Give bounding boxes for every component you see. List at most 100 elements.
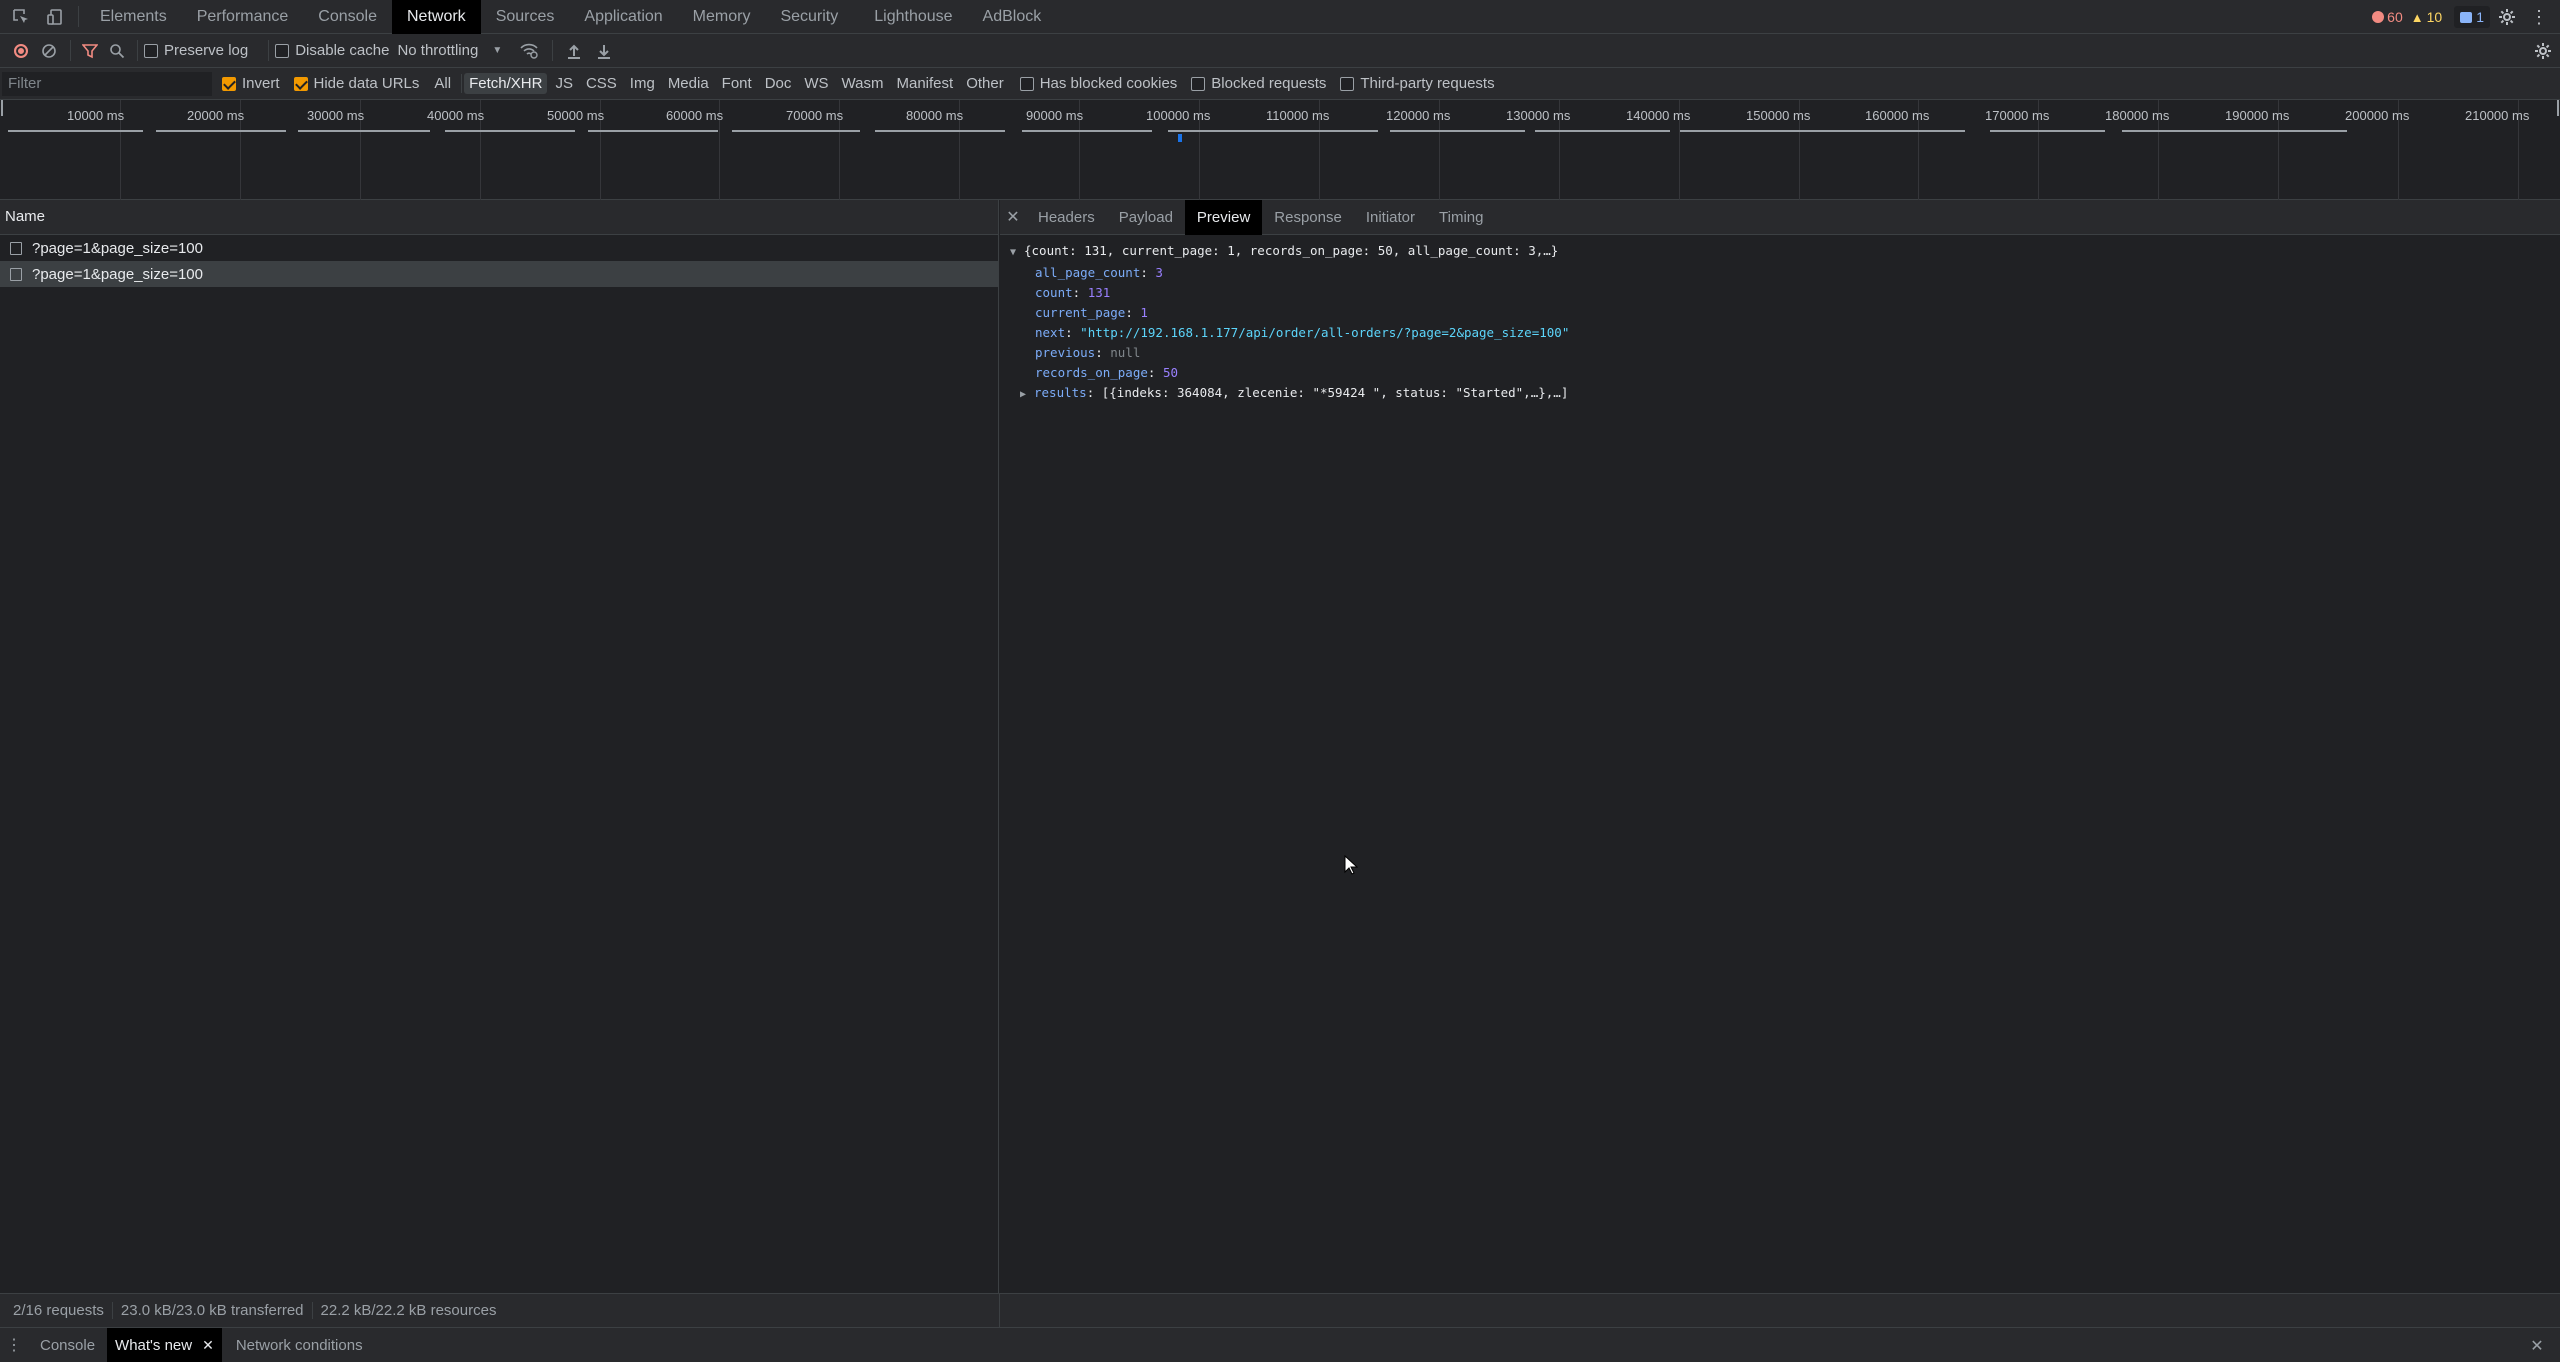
type-filter-manifest[interactable]: Manifest <box>892 73 959 94</box>
timeline-tick-label: 210000 ms <box>2465 108 2530 123</box>
collapsed-triangle-icon[interactable]: ▶ <box>1020 385 1034 405</box>
tab-security[interactable]: Security <box>765 0 853 34</box>
drawer-tab-network-conditions[interactable]: Network conditions <box>222 1328 377 1362</box>
settings-gear-icon[interactable] <box>2490 0 2524 34</box>
json-field[interactable]: next: "http://192.168.1.177/api/order/al… <box>1010 323 2560 343</box>
inspect-element-icon[interactable] <box>4 0 38 34</box>
device-toolbar-icon[interactable] <box>38 0 72 34</box>
import-har-icon[interactable] <box>559 34 589 68</box>
type-filter-all[interactable]: All <box>429 73 456 94</box>
third-party-requests-box[interactable] <box>1340 76 1355 91</box>
divider <box>552 40 554 61</box>
timeline-scroll-handle[interactable] <box>1 100 3 116</box>
disable-cache-box[interactable] <box>275 43 290 58</box>
tab-performance[interactable]: Performance <box>182 0 304 34</box>
json-field[interactable]: current_page: 1 <box>1010 303 2560 323</box>
timeline-tick-label: 130000 ms <box>1506 108 1571 123</box>
drawer-tab-bar: ⋮ Console What's new ✕ Network condition… <box>0 1327 2560 1362</box>
invert-box[interactable] <box>222 76 236 91</box>
filter-input[interactable] <box>2 71 212 96</box>
hide-data-urls-box[interactable] <box>293 76 308 91</box>
tab-network[interactable]: Network <box>392 0 481 34</box>
timeline-scroll-handle-right[interactable] <box>2557 100 2559 116</box>
type-filter-css[interactable]: CSS <box>581 73 622 94</box>
tab-preview[interactable]: Preview <box>1184 199 1263 235</box>
json-root[interactable]: ▼ {count: 131, current_page: 1, records_o… <box>1010 241 2560 263</box>
messages-badge[interactable]: 1 <box>2454 6 2490 28</box>
has-blocked-cookies-checkbox[interactable]: Has blocked cookies <box>1019 75 1177 92</box>
timeline-tick-label: 30000 ms <box>307 108 365 123</box>
blocked-requests-box[interactable] <box>1191 76 1206 91</box>
type-filter-doc[interactable]: Doc <box>760 73 797 94</box>
tab-console[interactable]: Console <box>303 0 392 34</box>
tab-sources[interactable]: Sources <box>481 0 570 34</box>
tab-headers[interactable]: Headers <box>1026 200 1107 235</box>
type-filter-font[interactable]: Font <box>717 73 757 94</box>
clear-icon[interactable] <box>34 34 64 68</box>
type-filter-ws[interactable]: WS <box>799 73 833 94</box>
hide-data-urls-checkbox[interactable]: Hide data URLs <box>293 75 419 92</box>
json-field[interactable]: records_on_page: 50 <box>1010 363 2560 383</box>
close-drawer-icon[interactable]: ✕ <box>2520 1328 2554 1362</box>
drawer-menu-icon[interactable]: ⋮ <box>0 1328 28 1362</box>
record-icon[interactable] <box>8 34 34 68</box>
json-field[interactable]: count: 131 <box>1010 283 2560 303</box>
blocked-requests-checkbox[interactable]: Blocked requests <box>1191 75 1326 92</box>
json-colon: : <box>1065 325 1081 340</box>
network-overview-timeline[interactable]: 10000 ms 20000 ms 30000 ms 40000 ms 50000 ms… <box>0 100 2560 200</box>
type-filter-media[interactable]: Media <box>663 73 714 94</box>
json-value: "http://192.168.1.177/api/order/all-orde… <box>1080 325 1570 340</box>
issue-badges[interactable]: 60 ▲ 10 1 <box>2366 6 2490 28</box>
warning-icon: ▲ <box>2410 9 2424 25</box>
tab-response[interactable]: Response <box>1262 200 1354 235</box>
network-settings-gear-icon[interactable] <box>2526 34 2560 68</box>
request-row[interactable]: ?page=1&page_size=100 <box>0 235 998 261</box>
divider <box>111 1302 113 1319</box>
type-filter-other[interactable]: Other <box>961 73 1009 94</box>
tab-application[interactable]: Application <box>569 0 677 34</box>
network-conditions-icon[interactable] <box>512 34 546 68</box>
preserve-log-checkbox[interactable]: Preserve log <box>144 42 248 59</box>
more-menu-icon[interactable]: ⋮ <box>2522 0 2556 34</box>
search-icon[interactable] <box>103 34 131 68</box>
disable-cache-checkbox[interactable]: Disable cache <box>275 42 389 59</box>
drawer-tab-whats-new[interactable]: What's new ✕ <box>107 1327 222 1362</box>
preserve-log-box[interactable] <box>144 43 158 58</box>
has-blocked-cookies-box[interactable] <box>1019 76 1034 91</box>
name-column-header[interactable]: Name <box>0 200 998 235</box>
tab-memory[interactable]: Memory <box>678 0 766 34</box>
json-field[interactable]: previous: null <box>1010 343 2560 363</box>
tab-elements[interactable]: Elements <box>85 0 182 34</box>
throttling-select[interactable]: No throttling ▼ <box>397 42 502 59</box>
tab-adblock[interactable]: AdBlock <box>968 0 1057 34</box>
tab-lighthouse[interactable]: Lighthouse <box>859 0 967 34</box>
type-filter-fetch-xhr[interactable]: Fetch/XHR <box>464 73 548 94</box>
type-filter-img[interactable]: Img <box>625 73 660 94</box>
json-results[interactable]: ▶ results: [{indeks: 364084, zlecenie: "*… <box>1010 383 2560 405</box>
invert-checkbox[interactable]: Invert <box>222 75 280 92</box>
type-filter-js[interactable]: JS <box>550 73 578 94</box>
json-key: records_on_page <box>1035 365 1148 380</box>
json-field[interactable]: all_page_count: 3 <box>1010 263 2560 283</box>
chevron-down-icon: ▼ <box>492 45 503 56</box>
timeline-tick-label: 20000 ms <box>187 108 245 123</box>
error-badge[interactable]: 60 ▲ 10 <box>2366 6 2448 28</box>
tab-payload[interactable]: Payload <box>1107 200 1185 235</box>
warnings-count: ▲ 10 <box>2410 9 2443 25</box>
tab-timing[interactable]: Timing <box>1427 200 1495 235</box>
type-filter-wasm[interactable]: Wasm <box>837 73 889 94</box>
tab-initiator[interactable]: Initiator <box>1354 200 1427 235</box>
drawer-tab-console[interactable]: Console <box>28 1328 107 1362</box>
timeline-tick-label: 80000 ms <box>906 108 964 123</box>
filter-icon[interactable] <box>77 34 103 68</box>
third-party-requests-checkbox[interactable]: Third-party requests <box>1340 75 1495 92</box>
timeline-tick-label: 100000 ms <box>1146 108 1211 123</box>
json-value: 1 <box>1140 305 1148 320</box>
request-row-selected[interactable]: ?page=1&page_size=100 <box>0 261 998 287</box>
close-tab-icon[interactable]: ✕ <box>202 1328 214 1362</box>
requests-pane: Name ?page=1&page_size=100 ?page=1&page_… <box>0 200 999 1293</box>
mouse-cursor-icon <box>1344 855 1358 875</box>
close-details-icon[interactable]: ✕ <box>1000 200 1026 235</box>
export-har-icon[interactable] <box>589 34 619 68</box>
expanded-triangle-icon[interactable]: ▼ <box>1010 243 1024 263</box>
